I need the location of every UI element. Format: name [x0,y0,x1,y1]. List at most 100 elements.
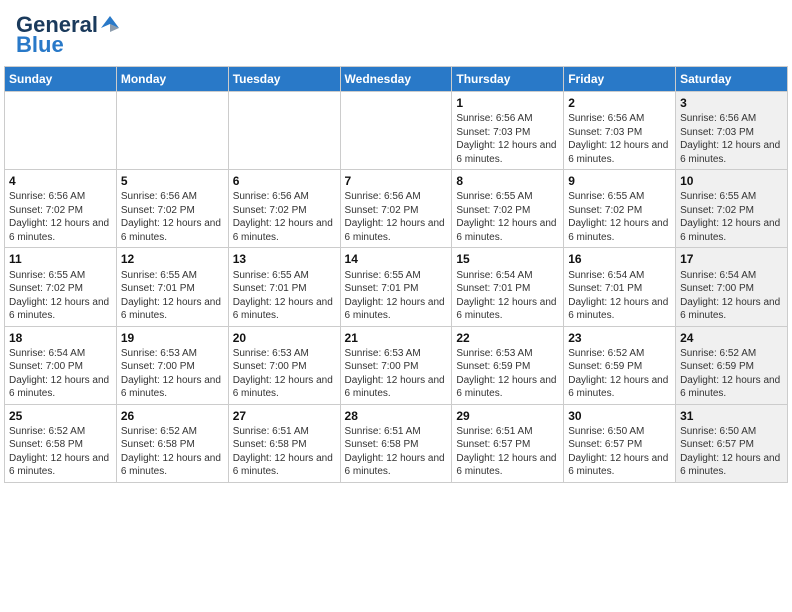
day-header-saturday: Saturday [676,67,788,92]
calendar-cell: 5Sunrise: 6:56 AM Sunset: 7:02 PM Daylig… [116,170,228,248]
day-number: 1 [456,95,559,111]
day-header-friday: Friday [564,67,676,92]
day-number: 24 [680,330,783,346]
calendar-cell: 6Sunrise: 6:56 AM Sunset: 7:02 PM Daylig… [228,170,340,248]
calendar-cell: 22Sunrise: 6:53 AM Sunset: 6:59 PM Dayli… [452,326,564,404]
day-info: Sunrise: 6:56 AM Sunset: 7:03 PM Dayligh… [456,112,559,166]
day-info: Sunrise: 6:54 AM Sunset: 7:01 PM Dayligh… [568,269,671,323]
day-header-monday: Monday [116,67,228,92]
calendar-cell: 23Sunrise: 6:52 AM Sunset: 6:59 PM Dayli… [564,326,676,404]
calendar-cell [340,92,452,170]
day-info: Sunrise: 6:53 AM Sunset: 6:59 PM Dayligh… [456,347,559,401]
day-number: 31 [680,408,783,424]
week-row-2: 4 Sunrise: 6:56 AM Sunset: 7:02 PM Daylig… [5,170,788,248]
day-info: Sunrise: 6:56 AM Sunset: 7:02 PM Dayligh… [121,190,224,244]
day-info: Sunrise: 6:52 AM Sunset: 6:58 PM Dayligh… [121,425,224,479]
day-number: 12 [121,251,224,267]
calendar-cell: 25Sunrise: 6:52 AM Sunset: 6:58 PM Dayli… [5,404,117,482]
day-info: Sunrise: 6:55 AM Sunset: 7:01 PM Dayligh… [345,269,448,323]
calendar-cell: 19Sunrise: 6:53 AM Sunset: 7:00 PM Dayli… [116,326,228,404]
calendar-cell: 24Sunrise: 6:52 AM Sunset: 6:59 PM Dayli… [676,326,788,404]
calendar-cell: 1Sunrise: 6:56 AM Sunset: 7:03 PM Daylig… [452,92,564,170]
day-number: 19 [121,330,224,346]
week-row-5: 25Sunrise: 6:52 AM Sunset: 6:58 PM Dayli… [5,404,788,482]
day-info: Sunrise: 6:54 AM Sunset: 7:00 PM Dayligh… [680,269,783,323]
calendar-container: SundayMondayTuesdayWednesdayThursdayFrid… [0,66,792,487]
day-info: Sunrise: 6:56 AM Sunset: 7:03 PM Dayligh… [680,112,783,166]
day-number: 14 [345,251,448,267]
day-info: Sunrise: 6:55 AM Sunset: 7:01 PM Dayligh… [121,269,224,323]
day-number: 5 [121,173,224,189]
calendar-cell: 11 Sunrise: 6:55 AM Sunset: 7:02 PM Dayli… [5,248,117,326]
calendar-cell: 26Sunrise: 6:52 AM Sunset: 6:58 PM Dayli… [116,404,228,482]
day-info: Sunrise: 6:52 AM Sunset: 6:58 PM Dayligh… [9,425,112,479]
page-header: General Blue [0,0,792,66]
day-number: 29 [456,408,559,424]
day-number: 9 [568,173,671,189]
week-row-3: 11 Sunrise: 6:55 AM Sunset: 7:02 PM Dayli… [5,248,788,326]
day-number: 8 [456,173,559,189]
day-number: 23 [568,330,671,346]
calendar-cell: 20Sunrise: 6:53 AM Sunset: 7:00 PM Dayli… [228,326,340,404]
day-number: 20 [233,330,336,346]
day-number: 26 [121,408,224,424]
day-info: Sunrise: 6:55 AM Sunset: 7:02 PM Dayligh… [568,190,671,244]
day-info: Sunrise: 6:51 AM Sunset: 6:58 PM Dayligh… [233,425,336,479]
day-header-thursday: Thursday [452,67,564,92]
day-info: Sunrise: 6:55 AM Sunset: 7:02 PM Dayligh… [456,190,559,244]
calendar-cell: 27Sunrise: 6:51 AM Sunset: 6:58 PM Dayli… [228,404,340,482]
day-header-tuesday: Tuesday [228,67,340,92]
calendar-cell: 13 Sunrise: 6:55 AM Sunset: 7:01 PM Dayli… [228,248,340,326]
calendar-cell: 15 Sunrise: 6:54 AM Sunset: 7:01 PM Dayli… [452,248,564,326]
day-number: 16 [568,251,671,267]
day-info: Sunrise: 6:53 AM Sunset: 7:00 PM Dayligh… [345,347,448,401]
day-info: Sunrise: 6:56 AM Sunset: 7:03 PM Dayligh… [568,112,671,166]
calendar-cell: 7Sunrise: 6:56 AM Sunset: 7:02 PM Daylig… [340,170,452,248]
calendar-cell: 4Sunrise: 6:56 AM Sunset: 7:02 PM Daylig… [5,170,117,248]
day-info: Sunrise: 6:50 AM Sunset: 6:57 PM Dayligh… [680,425,783,479]
day-number: 28 [345,408,448,424]
day-number: 2 [568,95,671,111]
day-info: Sunrise: 6:54 AM Sunset: 7:00 PM Dayligh… [9,347,112,401]
day-info: Sunrise: 6:53 AM Sunset: 7:00 PM Dayligh… [233,347,336,401]
calendar-cell: 16 Sunrise: 6:54 AM Sunset: 7:01 PM Dayli… [564,248,676,326]
day-header-wednesday: Wednesday [340,67,452,92]
calendar-cell: 29Sunrise: 6:51 AM Sunset: 6:57 PM Dayli… [452,404,564,482]
day-info: Sunrise: 6:51 AM Sunset: 6:58 PM Dayligh… [345,425,448,479]
calendar-cell [5,92,117,170]
calendar-cell: 2Sunrise: 6:56 AM Sunset: 7:03 PM Daylig… [564,92,676,170]
calendar-cell: 8Sunrise: 6:55 AM Sunset: 7:02 PM Daylig… [452,170,564,248]
calendar-header: SundayMondayTuesdayWednesdayThursdayFrid… [5,67,788,92]
day-info: Sunrise: 6:54 AM Sunset: 7:01 PM Dayligh… [456,269,559,323]
day-number: 27 [233,408,336,424]
calendar-table: SundayMondayTuesdayWednesdayThursdayFrid… [4,66,788,483]
day-number: 3 [680,95,783,111]
calendar-cell: 14 Sunrise: 6:55 AM Sunset: 7:01 PM Dayli… [340,248,452,326]
day-info: Sunrise: 6:55 AM Sunset: 7:02 PM Dayligh… [9,269,112,323]
day-number: 17 [680,251,783,267]
day-info: Sunrise: 6:56 AM Sunset: 7:02 PM Dayligh… [233,190,336,244]
day-number: 30 [568,408,671,424]
calendar-cell: 30Sunrise: 6:50 AM Sunset: 6:57 PM Dayli… [564,404,676,482]
week-row-4: 18Sunrise: 6:54 AM Sunset: 7:00 PM Dayli… [5,326,788,404]
day-info: Sunrise: 6:55 AM Sunset: 7:02 PM Dayligh… [680,190,783,244]
day-number: 10 [680,173,783,189]
day-info: Sunrise: 6:55 AM Sunset: 7:01 PM Dayligh… [233,269,336,323]
day-header-sunday: Sunday [5,67,117,92]
calendar-cell [116,92,228,170]
day-number: 11 [9,251,112,267]
calendar-cell: 10Sunrise: 6:55 AM Sunset: 7:02 PM Dayli… [676,170,788,248]
calendar-cell: 28Sunrise: 6:51 AM Sunset: 6:58 PM Dayli… [340,404,452,482]
day-info: Sunrise: 6:56 AM Sunset: 7:02 PM Dayligh… [345,190,448,244]
day-number: 13 [233,251,336,267]
logo-blue-text: Blue [16,32,122,58]
calendar-cell: 18Sunrise: 6:54 AM Sunset: 7:00 PM Dayli… [5,326,117,404]
day-number: 15 [456,251,559,267]
day-info: Sunrise: 6:51 AM Sunset: 6:57 PM Dayligh… [456,425,559,479]
day-number: 25 [9,408,112,424]
day-info: Sunrise: 6:52 AM Sunset: 6:59 PM Dayligh… [680,347,783,401]
calendar-cell: 9Sunrise: 6:55 AM Sunset: 7:02 PM Daylig… [564,170,676,248]
day-number: 4 [9,173,112,189]
calendar-cell: 3Sunrise: 6:56 AM Sunset: 7:03 PM Daylig… [676,92,788,170]
day-number: 21 [345,330,448,346]
